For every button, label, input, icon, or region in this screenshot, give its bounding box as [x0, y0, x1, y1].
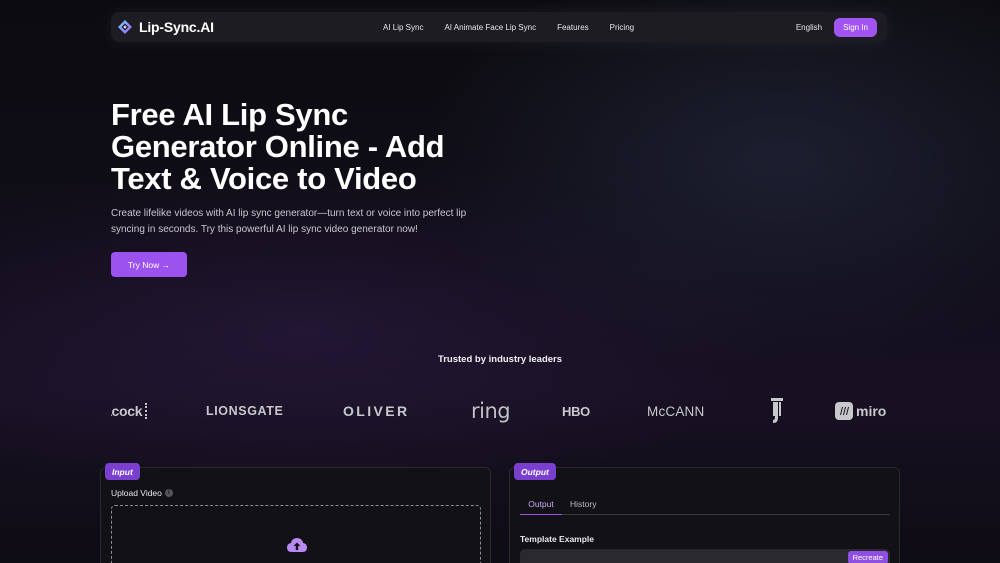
hero-subtitle: Create lifelike videos with AI lip sync … [111, 206, 471, 237]
logo-ring: ring [471, 399, 511, 423]
try-now-button[interactable]: Try Now → [111, 252, 187, 277]
brand[interactable]: Lip-Sync.AI [117, 19, 214, 35]
logo-lionsgate: LIONSGATE [206, 404, 284, 418]
input-panel: Input Upload Video i [100, 463, 491, 563]
output-panel: Output Output History Template Example R… [509, 463, 900, 563]
template-example-preview: Recreate [520, 549, 890, 563]
sign-in-button[interactable]: Sign In [834, 17, 877, 37]
lip-sync-logo-icon [117, 19, 133, 35]
recreate-button[interactable]: Recreate [847, 551, 888, 563]
nav-link-ai-lip-sync[interactable]: AI Lip Sync [383, 23, 423, 32]
juventus-mark-icon [771, 398, 783, 423]
video-dropzone[interactable] [111, 505, 481, 563]
info-icon[interactable]: i [164, 489, 173, 497]
logo-hbo: HBO [562, 403, 590, 419]
logo-miro: miro [835, 394, 886, 428]
output-tabs: Output History [520, 494, 890, 515]
nav-right: English Sign In [796, 17, 877, 37]
hero-subtitle-line: syncing in seconds. Try this powerful AI… [111, 223, 418, 235]
logo-strip: acock LIONSGATE OLIVER ring HBO McCANN m… [111, 394, 887, 428]
upload-video-text: Upload Video [111, 488, 162, 498]
hero-subtitle-line: Create lifelike videos with AI lip sync … [111, 208, 467, 219]
hero-title-line: Text & Voice to Video [111, 161, 417, 196]
top-navbar: Lip-Sync.AI AI Lip Sync AI Animate Face … [111, 12, 887, 42]
tab-output[interactable]: Output [520, 494, 562, 515]
hero-title-line: Generator Online - Add [111, 129, 445, 164]
brand-name: Lip-Sync.AI [139, 19, 214, 35]
language-selector[interactable]: English [796, 23, 822, 32]
miro-box-icon [835, 402, 853, 420]
nav-link-pricing[interactable]: Pricing [610, 23, 634, 32]
upload-cloud-icon [286, 536, 308, 559]
output-tag: Output [514, 463, 556, 480]
logo-peacock: acock [111, 394, 148, 428]
template-example-label: Template Example [520, 534, 595, 544]
logo-miro-text: miro [856, 403, 887, 419]
logo-oliver: OLIVER [343, 403, 410, 419]
logo-juventus [769, 394, 785, 428]
input-tag: Input [105, 463, 140, 480]
logo-peacock-text: acock [111, 403, 143, 419]
logo-mccann: McCANN [647, 403, 705, 419]
hero-title-line: Free AI Lip Sync [111, 97, 348, 132]
nav-link-features[interactable]: Features [557, 23, 589, 32]
nav-link-animate-face[interactable]: AI Animate Face Lip Sync [444, 23, 536, 32]
hero-title: Free AI Lip Sync Generator Online - Add … [111, 99, 491, 195]
upload-video-label: Upload Video i [111, 488, 173, 498]
tab-history[interactable]: History [562, 494, 604, 515]
peacock-dots-icon [145, 403, 148, 419]
trusted-heading: Trusted by industry leaders [437, 354, 563, 365]
nav-links: AI Lip Sync AI Animate Face Lip Sync Fea… [383, 23, 634, 32]
